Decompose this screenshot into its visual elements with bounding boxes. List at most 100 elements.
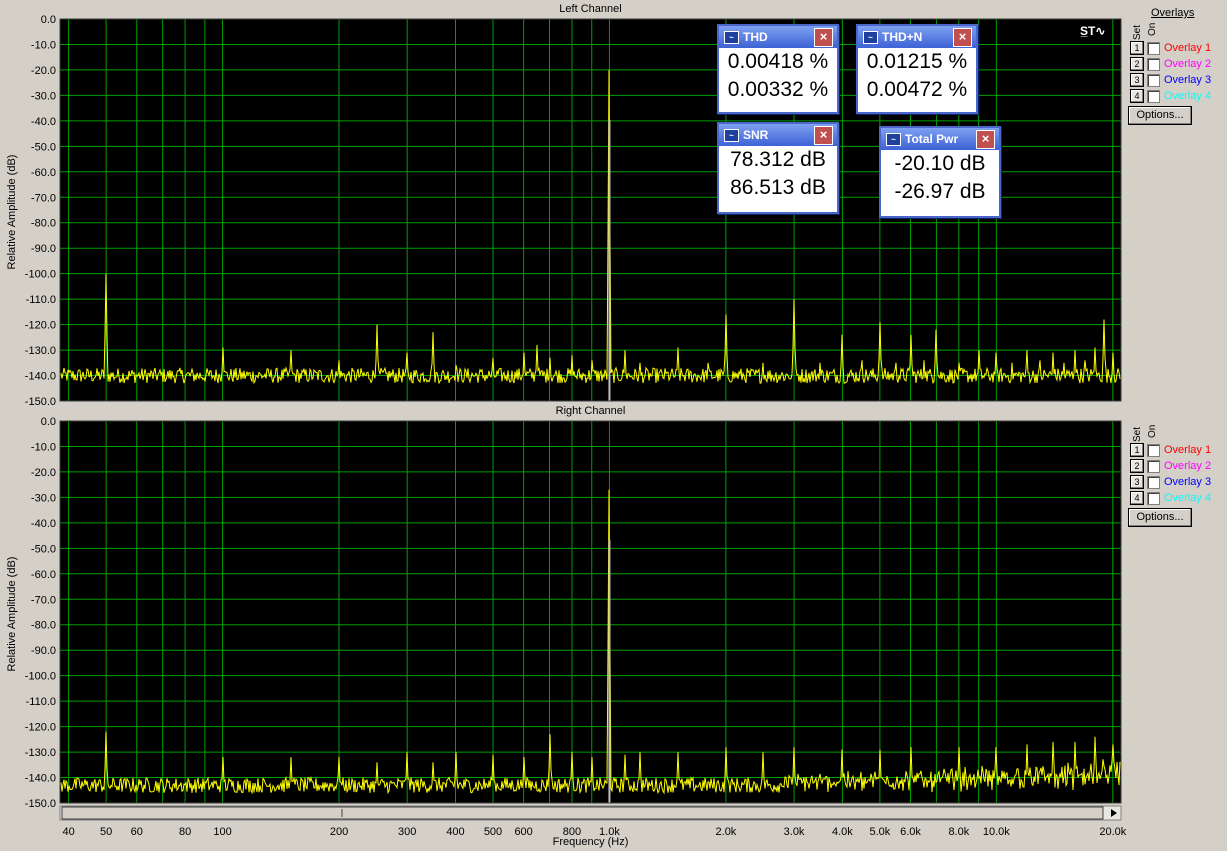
y-tick-label: -10.0 xyxy=(31,441,56,453)
overlay-row[interactable]: 1 Overlay 1 xyxy=(1130,41,1211,55)
overlay-set-button[interactable]: 2 xyxy=(1130,459,1144,473)
x-tick-label: 5.0k xyxy=(869,826,890,838)
x-tick-label: 40 xyxy=(62,826,74,838)
x-tick-label: 80 xyxy=(179,826,191,838)
x-tick-label: 60 xyxy=(131,826,143,838)
x-tick-label: 400 xyxy=(446,826,464,838)
meter-icon: ~ xyxy=(724,30,739,44)
overlay-label: Overlay 3 xyxy=(1164,476,1212,488)
x-tick-label: 6.0k xyxy=(900,826,921,838)
overlay-row[interactable]: 1 Overlay 1 xyxy=(1130,443,1211,457)
overlay-checkbox[interactable] xyxy=(1147,41,1160,55)
y-tick-label: -130.0 xyxy=(25,345,56,357)
overlay-row[interactable]: 2 Overlay 2 xyxy=(1130,57,1211,71)
y-tick-label: -120.0 xyxy=(25,722,56,734)
y-tick-label: 0.0 xyxy=(41,14,56,26)
overlay-row[interactable]: 3 Overlay 3 xyxy=(1130,73,1211,87)
meter-icon: ~ xyxy=(863,30,878,44)
y-tick-label: -50.0 xyxy=(31,543,56,555)
y-tick-label: -150.0 xyxy=(25,396,56,408)
snr-meter[interactable]: ~ SNR × 78.312 dB 86.513 dB xyxy=(717,122,839,214)
close-icon[interactable]: × xyxy=(953,27,972,47)
y-tick-label: -10.0 xyxy=(31,39,56,51)
overlay-set-button[interactable]: 1 xyxy=(1130,443,1144,457)
overlay-row[interactable]: 4 Overlay 4 xyxy=(1130,89,1211,103)
overlay-label: Overlay 3 xyxy=(1164,74,1212,86)
overlay-row[interactable]: 4 Overlay 4 xyxy=(1130,491,1211,505)
y-tick-label: -100.0 xyxy=(25,269,56,281)
close-icon[interactable]: × xyxy=(814,125,833,145)
overlay-checkbox[interactable] xyxy=(1147,459,1160,473)
y-tick-label: -20.0 xyxy=(31,65,56,77)
on-column-label: On xyxy=(1147,424,1158,438)
thdn-meter[interactable]: ~ THD+N × 0.01215 % 0.00472 % xyxy=(856,24,978,114)
thdn-value-2: 0.00472 % xyxy=(866,78,968,101)
close-icon[interactable]: × xyxy=(814,27,833,47)
overlay-set-button[interactable]: 3 xyxy=(1130,73,1144,87)
overlay-checkbox[interactable] xyxy=(1147,89,1160,103)
y-tick-label: -60.0 xyxy=(31,167,56,179)
y-tick-label: -140.0 xyxy=(25,371,56,383)
y-tick-label: -110.0 xyxy=(26,696,56,708)
overlay-set-button[interactable]: 1 xyxy=(1130,41,1144,55)
overlay-checkbox[interactable] xyxy=(1147,57,1160,71)
thdn-value-1: 0.01215 % xyxy=(866,50,968,73)
x-tick-label: 800 xyxy=(563,826,581,838)
overlay-row[interactable]: 2 Overlay 2 xyxy=(1130,459,1211,473)
y-tick-label: -70.0 xyxy=(31,594,56,606)
overlay-set-button[interactable]: 4 xyxy=(1130,89,1144,103)
y-tick-label: -70.0 xyxy=(31,192,56,204)
y-tick-label: -50.0 xyxy=(31,141,56,153)
overlay-set-button[interactable]: 3 xyxy=(1130,475,1144,489)
y-tick-label: -40.0 xyxy=(31,116,56,128)
scope-tool-icon[interactable]: S̲T∿ xyxy=(1080,24,1105,38)
y-tick-label: -100.0 xyxy=(25,671,56,683)
y-tick-label: -40.0 xyxy=(31,518,56,530)
set-column-label: Set xyxy=(1132,24,1143,40)
overlay-set-button[interactable]: 2 xyxy=(1130,57,1144,71)
options-button[interactable]: Options... xyxy=(1128,106,1192,125)
on-column-label: On xyxy=(1147,22,1158,36)
snr-value-2: 86.513 dB xyxy=(730,176,826,199)
thd-meter[interactable]: ~ THD × 0.00418 % 0.00332 % xyxy=(717,24,839,114)
y-tick-label: -130.0 xyxy=(25,747,56,759)
y-tick-label: -20.0 xyxy=(31,467,56,479)
x-tick-label: 600 xyxy=(514,826,532,838)
overlay-label: Overlay 1 xyxy=(1164,42,1212,54)
x-tick-label: 200 xyxy=(330,826,348,838)
meter-icon: ~ xyxy=(886,132,901,146)
y-tick-label: -120.0 xyxy=(25,320,56,332)
y-tick-label: -90.0 xyxy=(31,645,56,657)
y-tick-label: -110.0 xyxy=(26,294,56,306)
close-icon[interactable]: × xyxy=(976,129,995,149)
thd-value-1: 0.00418 % xyxy=(727,50,829,73)
spectrum-plots[interactable]: 0.0 -10.0 -20.0 -30.0 -40.0 -50.0 -60.0 -70.0 -8… xyxy=(0,0,1227,851)
overlay-checkbox[interactable] xyxy=(1147,73,1160,87)
x-tick-label: 50 xyxy=(100,826,112,838)
y-tick-label: -80.0 xyxy=(31,218,56,230)
overlay-checkbox[interactable] xyxy=(1147,491,1160,505)
total-pwr-meter[interactable]: ~ Total Pwr × -20.10 dB -26.97 dB xyxy=(879,126,1001,218)
options-button[interactable]: Options... xyxy=(1128,508,1192,527)
overlay-checkbox[interactable] xyxy=(1147,475,1160,489)
overlay-row[interactable]: 3 Overlay 3 xyxy=(1130,475,1211,489)
overlay-label: Overlay 4 xyxy=(1164,90,1212,102)
x-tick-label: 2.0k xyxy=(716,826,737,838)
overlay-set-button[interactable]: 4 xyxy=(1130,491,1144,505)
overlay-label: Overlay 1 xyxy=(1164,444,1212,456)
set-column-label: Set xyxy=(1132,426,1143,442)
x-tick-label: 1.0k xyxy=(599,826,620,838)
x-tick-label: 10.0k xyxy=(983,826,1010,838)
x-tick-label: 500 xyxy=(484,826,502,838)
y-tick-label: -140.0 xyxy=(25,773,56,785)
overlay-label: Overlay 4 xyxy=(1164,492,1212,504)
y-tick-label: -30.0 xyxy=(31,492,56,504)
thd-meter-title: THD xyxy=(743,30,768,44)
scroll-thumb xyxy=(61,806,1104,820)
y-tick-label: -90.0 xyxy=(31,243,56,255)
meter-icon: ~ xyxy=(724,128,739,142)
y-tick-label: -30.0 xyxy=(31,90,56,102)
x-tick-label: 4.0k xyxy=(832,826,853,838)
thdn-meter-title: THD+N xyxy=(882,30,923,44)
overlay-checkbox[interactable] xyxy=(1147,443,1160,457)
